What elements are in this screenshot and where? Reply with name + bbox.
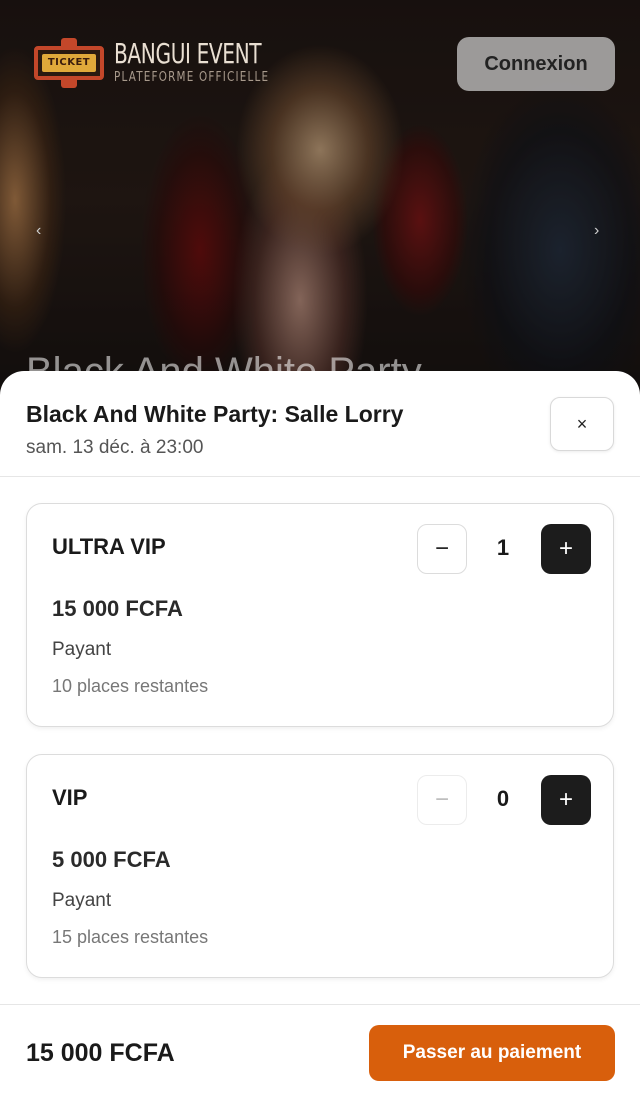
close-button[interactable]: × [550,397,614,451]
decrease-quantity-button[interactable]: − [417,524,467,574]
ticket-quantity: 1 [496,535,510,560]
order-total: 15 000 FCFA [26,1039,175,1067]
logo-subtitle: PLATEFORME OFFICIELLE [114,70,270,85]
ticket-quantity: 0 [496,786,510,811]
event-date: sam. 13 déc. à 23:00 [26,437,204,458]
ticket-name: VIP [52,785,88,810]
carousel-prev-icon[interactable]: ‹ [36,222,41,240]
hero-banner: TICKET BANGUI EVENT PLATEFORME OFFICIELL… [0,0,640,400]
ticket-type: Payant [52,890,112,911]
sheet-header: Black And White Party: Salle Lorry sam. … [0,371,640,477]
decrease-quantity-button[interactable]: − [417,775,467,825]
ticket-card-vip: VIP − 0 + 5 000 FCFA Payant 15 places re… [26,754,614,978]
checkout-footer: 15 000 FCFA Passer au paiement [0,1004,640,1098]
logo-title: BANGUI EVENT [114,37,262,70]
checkout-button[interactable]: Passer au paiement [369,1025,615,1081]
increase-quantity-button[interactable]: + [541,775,591,825]
increase-quantity-button[interactable]: + [541,524,591,574]
ticket-selection-sheet: Black And White Party: Salle Lorry sam. … [0,371,640,1098]
ticket-price: 5 000 FCFA [52,847,171,872]
brand-logo[interactable]: TICKET BANGUI EVENT PLATEFORME OFFICIELL… [34,34,308,92]
ticket-logo-icon: TICKET [34,34,104,92]
ticket-type: Payant [52,639,112,660]
ticket-remaining: 10 places restantes [52,676,209,696]
ticket-price: 15 000 FCFA [52,596,183,621]
ticket-card-ultra-vip: ULTRA VIP − 1 + 15 000 FCFA Payant 10 pl… [26,503,614,727]
carousel-next-icon[interactable]: › [594,222,599,240]
login-button[interactable]: Connexion [457,37,615,91]
ticket-remaining: 15 places restantes [52,927,209,947]
event-title: Black And White Party: Salle Lorry [26,401,404,427]
logo-badge-text: TICKET [42,54,96,72]
ticket-name: ULTRA VIP [52,534,166,559]
